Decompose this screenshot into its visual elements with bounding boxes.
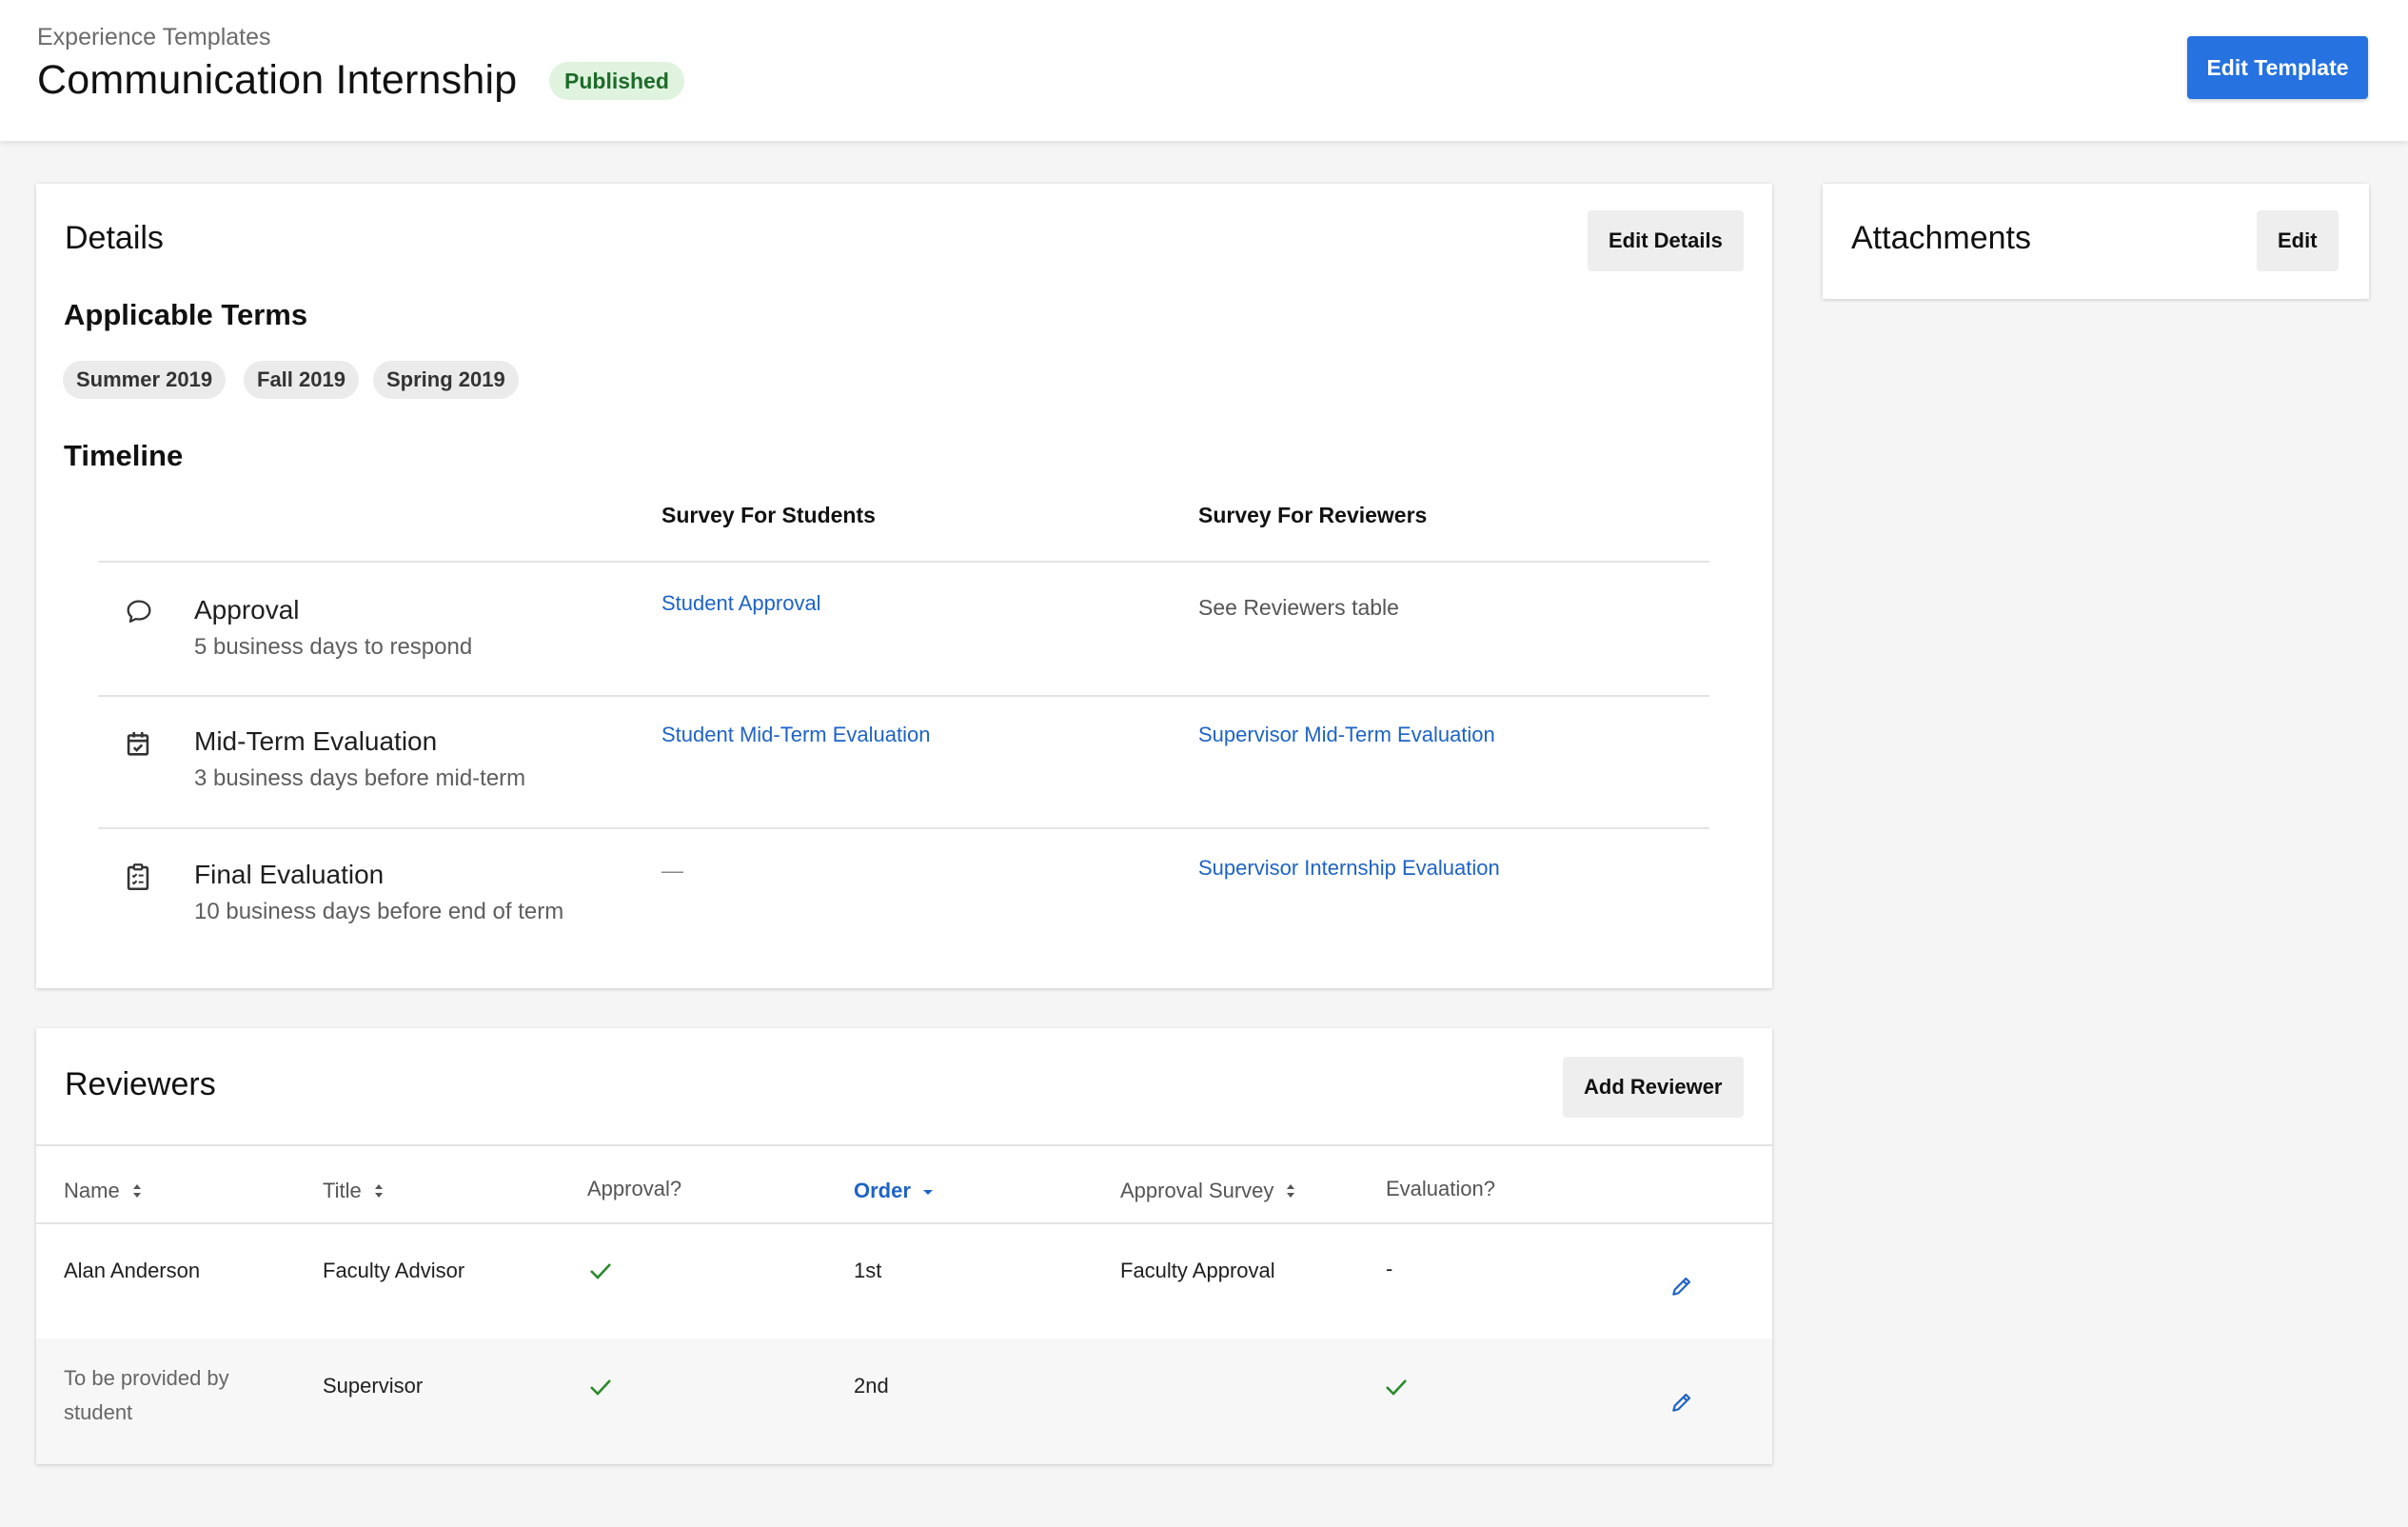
col-header-order[interactable]: Order: [854, 1179, 934, 1203]
timeline-step-name: Mid-Term Evaluation: [194, 726, 438, 756]
page-header: Experience Templates Communication Inter…: [0, 0, 2408, 141]
applicable-terms-heading: Applicable Terms: [64, 298, 308, 331]
reviewer-title: Faculty Advisor: [323, 1259, 465, 1282]
attachments-title: Attachments: [1851, 220, 2031, 256]
reviewer-order: 1st: [854, 1259, 882, 1282]
sort-icon: [1287, 1184, 1295, 1198]
details-card: Details Edit Details Applicable Terms Su…: [36, 184, 1772, 988]
timeline-step-name: Approval: [194, 595, 300, 625]
table-row: Alan Anderson Faculty Advisor 1st Facult…: [36, 1224, 1772, 1339]
timeline-divider: [98, 561, 1709, 563]
col-header-label: Approval?: [587, 1177, 682, 1200]
pencil-edit-icon[interactable]: [1669, 1390, 1694, 1415]
col-header-label: Approval Survey: [1120, 1179, 1274, 1202]
check-icon: [590, 1379, 611, 1396]
check-icon: [590, 1263, 611, 1279]
col-header-title[interactable]: Title: [323, 1179, 385, 1203]
edit-details-button[interactable]: Edit Details: [1588, 210, 1744, 271]
student-survey-empty: —: [661, 858, 683, 882]
reviewer-name: Alan Anderson: [64, 1259, 201, 1282]
col-header-name[interactable]: Name: [64, 1179, 143, 1203]
reviewer-order: 2nd: [854, 1374, 889, 1398]
status-badge: Published: [549, 62, 684, 100]
breadcrumb[interactable]: Experience Templates: [37, 24, 271, 51]
add-reviewer-button[interactable]: Add Reviewer: [1563, 1057, 1744, 1118]
reviewer-survey-text: See Reviewers table: [1198, 595, 1399, 620]
reviewer-title: Supervisor: [323, 1374, 424, 1398]
check-icon: [1386, 1379, 1407, 1396]
timeline-col-reviewers: Survey For Reviewers: [1198, 503, 1428, 527]
col-header-label: Title: [323, 1179, 362, 1202]
calendar-check-icon: [127, 731, 149, 756]
timeline-divider: [98, 695, 1709, 697]
reviewer-survey-link[interactable]: Supervisor Mid-Term Evaluation: [1198, 723, 1495, 747]
sort-icon: [374, 1184, 383, 1198]
timeline-col-students: Survey For Students: [661, 503, 876, 527]
timeline-heading: Timeline: [64, 439, 184, 472]
page-title: Communication Internship: [37, 57, 518, 103]
pencil-edit-icon[interactable]: [1669, 1274, 1694, 1299]
timeline-step-sub: 3 business days before mid-term: [194, 765, 526, 791]
edit-template-button[interactable]: Edit Template: [2187, 36, 2368, 99]
col-header-approval: Approval?: [587, 1177, 681, 1201]
col-header-approval-survey[interactable]: Approval Survey: [1120, 1179, 1296, 1203]
term-chip: Spring 2019: [373, 361, 519, 399]
timeline-step-sub: 5 business days to respond: [194, 634, 473, 660]
attachments-card: Attachments Edit: [1823, 184, 2369, 299]
student-survey-link[interactable]: Student Approval: [661, 591, 821, 616]
reviewers-header-divider: [36, 1144, 1772, 1146]
reviewers-title: Reviewers: [65, 1066, 216, 1102]
col-header-label: Evaluation?: [1386, 1177, 1495, 1200]
student-survey-link[interactable]: Student Mid-Term Evaluation: [661, 723, 930, 747]
timeline-step-name: Final Evaluation: [194, 860, 385, 889]
edit-attachments-button[interactable]: Edit: [2257, 210, 2339, 271]
clipboard-checklist-icon: [127, 863, 149, 891]
col-header-label: Name: [64, 1179, 120, 1202]
timeline-divider: [98, 827, 1709, 829]
timeline-step-sub: 10 business days before end of term: [194, 899, 564, 924]
reviewers-card: Reviewers Add Reviewer Name Title Approv…: [36, 1028, 1772, 1464]
details-title: Details: [65, 220, 164, 256]
reviewer-name: To be provided by student: [64, 1366, 229, 1424]
reviewer-evaluation: -: [1386, 1257, 1393, 1280]
reviewer-approval-survey: Faculty Approval: [1120, 1259, 1275, 1282]
chat-bubble-icon: [127, 600, 151, 624]
term-chip: Fall 2019: [244, 361, 359, 399]
table-row: To be provided by student Supervisor 2nd: [36, 1339, 1772, 1464]
col-header-evaluation: Evaluation?: [1386, 1177, 1495, 1201]
col-header-label: Order: [854, 1179, 911, 1202]
sort-desc-icon: [922, 1190, 933, 1195]
sort-icon: [132, 1184, 141, 1198]
term-chip: Summer 2019: [63, 361, 227, 399]
reviewer-survey-link[interactable]: Supervisor Internship Evaluation: [1198, 856, 1500, 881]
